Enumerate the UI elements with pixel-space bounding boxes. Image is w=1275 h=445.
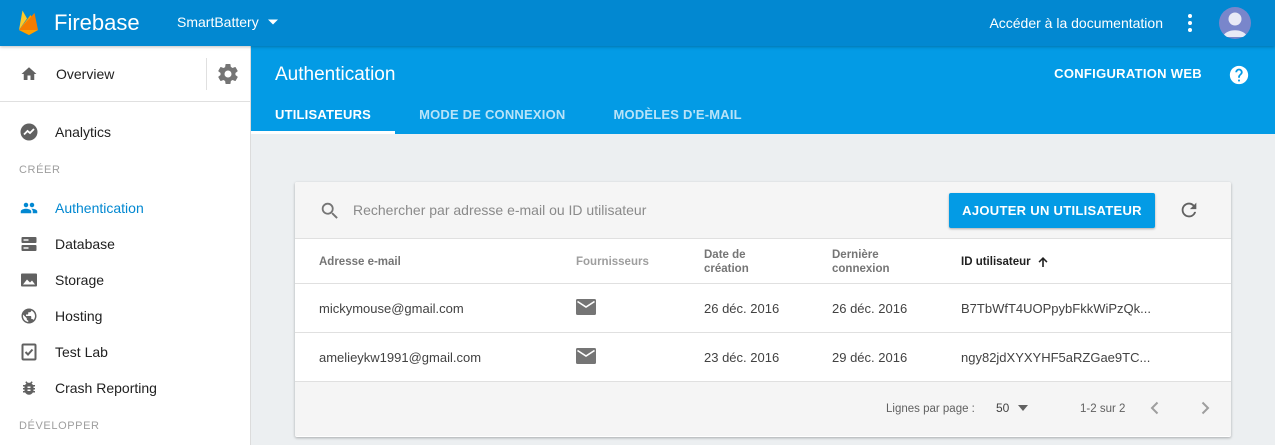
sidebar-item-label: Authentication (55, 200, 144, 216)
project-name: SmartBattery (177, 14, 259, 30)
cell-last-login: 26 déc. 2016 (832, 301, 908, 316)
rows-per-page-value: 50 (996, 401, 1010, 415)
tab-bar: UTILISATEURS MODE DE CONNEXION MODÈLES D… (251, 94, 766, 134)
cell-user-id: B7TbWfT4UOPpybFkkWiPzQk... (961, 301, 1151, 316)
sidebar-item-database[interactable]: Database (0, 226, 250, 262)
firebase-flame-icon[interactable] (18, 9, 40, 36)
cell-email: amelieykw1991@gmail.com (319, 350, 482, 365)
project-selector[interactable]: SmartBattery (177, 12, 279, 32)
search-icon (319, 200, 341, 222)
column-header-created-line1: Date de (704, 249, 746, 261)
column-header-last-login-line1: Dernière (832, 249, 879, 261)
tab-email-templates[interactable]: MODÈLES D'E-MAIL (589, 94, 765, 134)
sidebar-item-label: Storage (55, 272, 105, 288)
more-vert-icon[interactable] (1180, 11, 1200, 35)
documentation-link[interactable]: Accéder à la documentation (989, 13, 1163, 33)
people-icon (20, 199, 38, 217)
home-icon (20, 65, 38, 83)
pagination-range: 1-2 sur 2 (1080, 403, 1126, 415)
tab-sign-in-method[interactable]: MODE DE CONNEXION (395, 94, 589, 134)
column-header-user-id[interactable]: ID utilisateur (961, 255, 1049, 269)
add-user-button[interactable]: AJOUTER UN UTILISATEUR (949, 193, 1155, 228)
column-header-user-id-label: ID utilisateur (961, 256, 1031, 268)
sidebar-item-test-lab[interactable]: Test Lab (0, 334, 250, 370)
page-title: Authentication (275, 64, 396, 85)
email-icon (576, 299, 596, 315)
caret-down-icon (1018, 405, 1029, 411)
sidebar-item-hosting[interactable]: Hosting (0, 298, 250, 334)
web-config-button[interactable]: CONFIGURATION WEB (1054, 66, 1202, 82)
tab-users[interactable]: UTILISATEURS (251, 94, 396, 134)
sidebar-item-label: Analytics (55, 124, 112, 140)
sidebar-overview-row: Overview (0, 46, 250, 102)
sidebar-item-label: Test Lab (55, 344, 108, 360)
chevron-left-icon[interactable] (1146, 399, 1164, 417)
refresh-icon[interactable] (1178, 199, 1200, 221)
sidebar-item-label: Hosting (55, 308, 103, 324)
column-header-created[interactable]: Date de création (704, 248, 749, 276)
column-header-last-login[interactable]: Dernière connexion (832, 248, 890, 276)
brand-name[interactable]: Firebase (54, 10, 140, 36)
top-app-bar: Firebase SmartBattery Accéder à la docum… (0, 0, 1275, 46)
analytics-icon (20, 123, 38, 141)
cell-created: 26 déc. 2016 (704, 301, 780, 316)
sidebar-item-label: Crash Reporting (55, 380, 157, 396)
sidebar-item-overview[interactable]: Overview (0, 46, 205, 101)
sidebar-item-label: Overview (56, 65, 115, 82)
chevron-right-icon[interactable] (1196, 399, 1214, 417)
image-icon (20, 271, 38, 289)
column-header-last-login-line2: connexion (832, 263, 890, 275)
table-row[interactable]: amelieykw1991@gmail.com 23 déc. 2016 29 … (295, 333, 1231, 382)
cell-last-login: 29 déc. 2016 (832, 350, 908, 365)
gear-icon[interactable] (216, 62, 240, 86)
caret-down-icon (267, 19, 278, 25)
sidebar-item-crash-reporting[interactable]: Crash Reporting (0, 370, 250, 406)
column-header-created-line2: création (704, 263, 749, 275)
help-icon[interactable] (1228, 64, 1250, 86)
cell-email: mickymouse@gmail.com (319, 301, 464, 316)
email-icon (576, 348, 596, 364)
sidebar-item-label: Database (55, 236, 115, 252)
sidebar-item-authentication[interactable]: Authentication (0, 190, 250, 226)
page-header: Authentication CONFIGURATION WEB UTILISA… (251, 46, 1275, 134)
divider (206, 58, 207, 90)
rows-per-page-select[interactable]: 50 (996, 401, 1029, 415)
sidebar-section-create: CRÉER (19, 164, 61, 176)
sidebar-section-develop: DÉVELOPPER (19, 420, 100, 432)
checklist-icon (20, 343, 38, 361)
pagination-footer: Lignes par page : 50 1-2 sur 2 (295, 382, 1231, 436)
cell-user-id: ngy82jdXYXYHF5aRZGae9TC... (961, 350, 1151, 365)
globe-icon (20, 307, 38, 325)
sidebar: Overview Analytics CRÉER Authentication … (0, 46, 251, 445)
sidebar-item-storage[interactable]: Storage (0, 262, 250, 298)
table-header: Adresse e-mail Fournisseurs Date de créa… (295, 239, 1231, 284)
cell-created: 23 déc. 2016 (704, 350, 780, 365)
bug-icon (20, 379, 38, 397)
column-header-providers: Fournisseurs (576, 256, 649, 268)
rows-per-page-label: Lignes par page : (886, 403, 975, 415)
search-input[interactable] (353, 199, 913, 221)
sort-ascending-icon (1038, 257, 1048, 267)
users-toolbar: AJOUTER UN UTILISATEUR (295, 182, 1231, 239)
account-avatar-icon[interactable] (1219, 7, 1251, 39)
column-header-email[interactable]: Adresse e-mail (319, 255, 401, 269)
database-icon (20, 235, 38, 253)
users-card: AJOUTER UN UTILISATEUR Adresse e-mail Fo… (295, 182, 1231, 437)
sidebar-item-analytics[interactable]: Analytics (0, 114, 250, 150)
table-row[interactable]: mickymouse@gmail.com 26 déc. 2016 26 déc… (295, 284, 1231, 333)
